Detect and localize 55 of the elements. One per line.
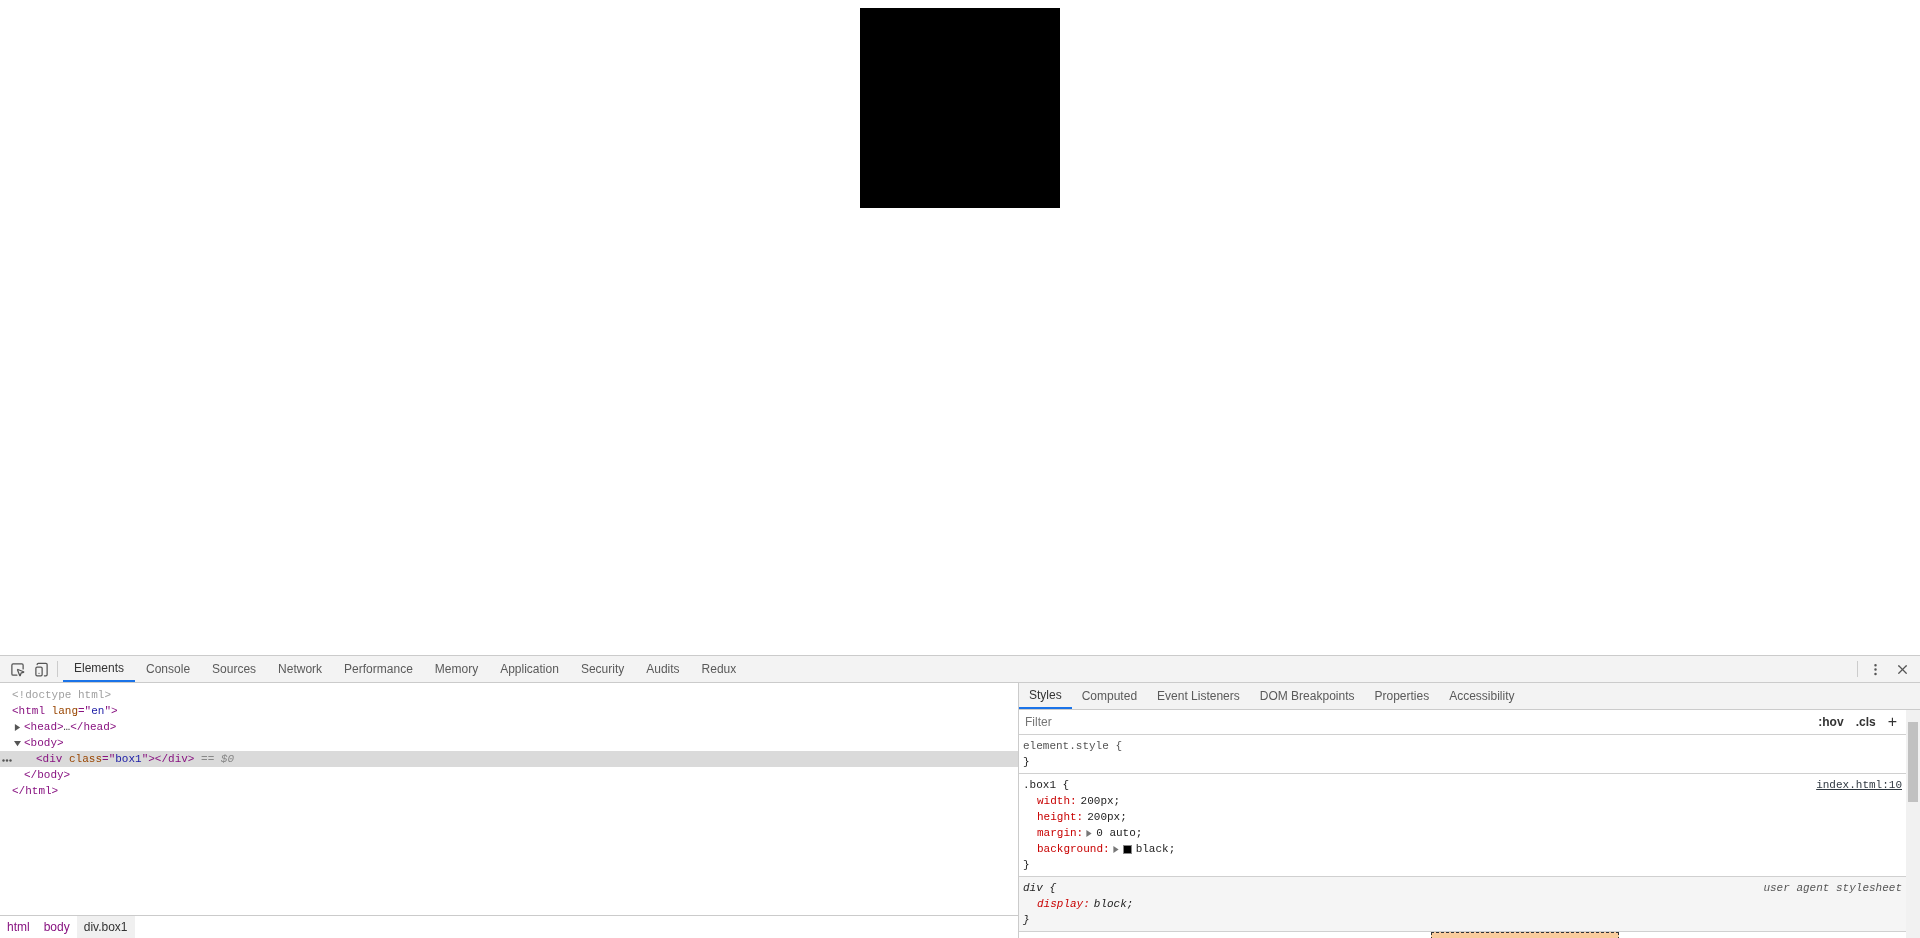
- ellipsis-icon: [2, 758, 12, 762]
- panel-tab[interactable]: Elements: [63, 656, 136, 682]
- panel-tab[interactable]: Performance: [333, 656, 424, 682]
- sidebar-tab[interactable]: Accessibility: [1439, 683, 1525, 709]
- panel-tab[interactable]: Sources: [201, 656, 268, 682]
- filter-toggle[interactable]: .cls: [1849, 713, 1882, 731]
- sidebar-tab[interactable]: Computed: [1071, 683, 1148, 709]
- sidebar-tab[interactable]: Properties: [1364, 683, 1440, 709]
- panel-tab[interactable]: Memory: [423, 656, 490, 682]
- css-value: black;: [1135, 842, 1176, 857]
- filter-field[interactable]: Filter: [1022, 712, 1813, 732]
- css-property: display:: [1037, 897, 1090, 912]
- dom-node[interactable]: <html lang="en">: [0, 703, 1018, 719]
- css-property: background:: [1037, 842, 1110, 857]
- rule-selector: .box1 {: [1023, 778, 1070, 793]
- panel-tab[interactable]: Security: [569, 656, 636, 682]
- expand-triangle-icon[interactable]: [1112, 845, 1119, 853]
- sidebar-tab[interactable]: Styles: [1019, 683, 1072, 709]
- rule-selector: element.style {: [1023, 739, 1123, 754]
- expand-triangle-icon[interactable]: [1086, 829, 1093, 837]
- panel-tab[interactable]: Audits: [635, 656, 691, 682]
- color-swatch[interactable]: [1122, 844, 1132, 854]
- dom-node[interactable]: <div class="box1"></div> == $0: [0, 751, 1018, 767]
- rule-brace: }: [1023, 859, 1030, 871]
- sidebar-tab[interactable]: DOM Breakpoints: [1249, 683, 1365, 709]
- css-value: 200px;: [1080, 794, 1121, 809]
- rule-brace: }: [1023, 756, 1030, 768]
- dom-node[interactable]: <body>: [0, 735, 1018, 751]
- rule-source[interactable]: index.html:10: [1816, 777, 1902, 793]
- css-property: width:: [1037, 794, 1077, 809]
- css-value: 0 auto;: [1096, 826, 1143, 841]
- sidebar-tab[interactable]: Event Listeners: [1147, 683, 1250, 709]
- dom-closing-tag[interactable]: </html>: [0, 783, 1018, 799]
- triangle-right-icon[interactable]: [14, 723, 21, 731]
- panel-tab[interactable]: Redux: [690, 656, 748, 682]
- dom-closing-tag[interactable]: </body>: [0, 767, 1018, 783]
- rule-selector: div {: [1023, 881, 1056, 896]
- inspect-icon[interactable]: [10, 661, 25, 677]
- dom-node[interactable]: <head>…</head>: [0, 719, 1018, 735]
- css-property: height:: [1037, 810, 1084, 825]
- css-property: margin:: [1037, 826, 1084, 841]
- filter-toggle[interactable]: :hov: [1812, 713, 1850, 731]
- breadcrumb[interactable]: html: [0, 916, 37, 938]
- css-value: block;: [1093, 897, 1134, 912]
- panel-tab[interactable]: Console: [135, 656, 202, 682]
- rule-source: user agent stylesheet: [1763, 881, 1902, 896]
- filter-toggle[interactable]: +: [1881, 710, 1903, 734]
- panel-tab[interactable]: Network: [267, 656, 334, 682]
- triangle-down-icon[interactable]: [14, 739, 21, 747]
- panel-tab[interactable]: Application: [489, 656, 570, 682]
- rule-brace: }: [1023, 914, 1030, 926]
- breadcrumb[interactable]: body: [36, 916, 77, 938]
- breadcrumb[interactable]: div.box1: [76, 916, 135, 938]
- css-value: 200px;: [1087, 810, 1127, 825]
- device-toolbar-icon[interactable]: [34, 661, 49, 677]
